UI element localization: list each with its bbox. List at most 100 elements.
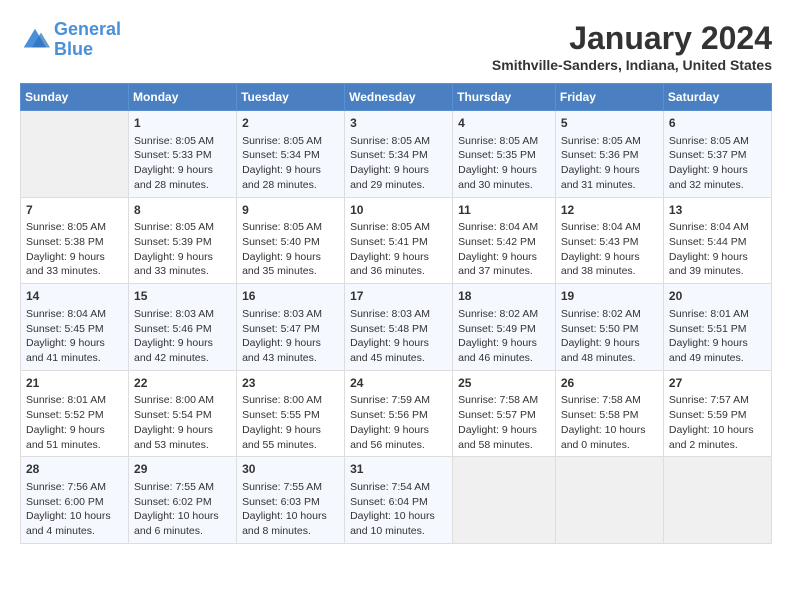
day-info-line: Sunset: 5:59 PM	[669, 408, 766, 423]
calendar-cell: 4Sunrise: 8:05 AMSunset: 5:35 PMDaylight…	[453, 111, 556, 198]
day-number: 17	[350, 288, 447, 305]
day-info-line: Sunset: 5:50 PM	[561, 322, 658, 337]
day-info-line: Sunset: 5:46 PM	[134, 322, 231, 337]
day-info-line: Daylight: 9 hours	[350, 163, 447, 178]
logo-text: General Blue	[54, 20, 121, 60]
calendar-cell: 6Sunrise: 8:05 AMSunset: 5:37 PMDaylight…	[663, 111, 771, 198]
calendar-cell: 1Sunrise: 8:05 AMSunset: 5:33 PMDaylight…	[129, 111, 237, 198]
calendar-cell: 20Sunrise: 8:01 AMSunset: 5:51 PMDayligh…	[663, 284, 771, 371]
day-number: 21	[26, 375, 123, 392]
day-number: 13	[669, 202, 766, 219]
day-info-line: Sunset: 5:34 PM	[350, 148, 447, 163]
calendar-cell: 3Sunrise: 8:05 AMSunset: 5:34 PMDaylight…	[345, 111, 453, 198]
day-info-line: Sunrise: 8:00 AM	[242, 393, 339, 408]
logo: General Blue	[20, 20, 121, 60]
day-number: 15	[134, 288, 231, 305]
day-number: 1	[134, 115, 231, 132]
day-info-line: Sunrise: 8:03 AM	[350, 307, 447, 322]
day-info-line: and 2 minutes.	[669, 438, 766, 453]
day-number: 22	[134, 375, 231, 392]
day-number: 28	[26, 461, 123, 478]
day-number: 25	[458, 375, 550, 392]
day-info-line: Sunset: 5:49 PM	[458, 322, 550, 337]
day-number: 26	[561, 375, 658, 392]
day-info-line: Sunset: 5:33 PM	[134, 148, 231, 163]
calendar-cell: 24Sunrise: 7:59 AMSunset: 5:56 PMDayligh…	[345, 370, 453, 457]
day-info-line: and 42 minutes.	[134, 351, 231, 366]
day-info-line: and 29 minutes.	[350, 178, 447, 193]
calendar-cell	[453, 457, 556, 544]
calendar-cell: 27Sunrise: 7:57 AMSunset: 5:59 PMDayligh…	[663, 370, 771, 457]
header-friday: Friday	[555, 84, 663, 111]
day-info-line: Sunset: 5:58 PM	[561, 408, 658, 423]
day-info-line: and 55 minutes.	[242, 438, 339, 453]
day-info-line: and 30 minutes.	[458, 178, 550, 193]
page-header: General Blue January 2024 Smithville-San…	[20, 20, 772, 73]
calendar-cell: 8Sunrise: 8:05 AMSunset: 5:39 PMDaylight…	[129, 197, 237, 284]
day-info-line: Daylight: 9 hours	[561, 163, 658, 178]
day-info-line: Sunrise: 7:57 AM	[669, 393, 766, 408]
page-title: January 2024	[492, 20, 772, 57]
calendar-week-row: 14Sunrise: 8:04 AMSunset: 5:45 PMDayligh…	[21, 284, 772, 371]
title-block: January 2024 Smithville-Sanders, Indiana…	[492, 20, 772, 73]
day-info-line: and 32 minutes.	[669, 178, 766, 193]
day-info-line: Daylight: 9 hours	[134, 336, 231, 351]
day-info-line: Sunrise: 8:05 AM	[458, 134, 550, 149]
day-number: 19	[561, 288, 658, 305]
calendar-week-row: 7Sunrise: 8:05 AMSunset: 5:38 PMDaylight…	[21, 197, 772, 284]
day-info-line: Daylight: 10 hours	[561, 423, 658, 438]
calendar-cell: 9Sunrise: 8:05 AMSunset: 5:40 PMDaylight…	[237, 197, 345, 284]
header-wednesday: Wednesday	[345, 84, 453, 111]
calendar-week-row: 28Sunrise: 7:56 AMSunset: 6:00 PMDayligh…	[21, 457, 772, 544]
day-info-line: and 56 minutes.	[350, 438, 447, 453]
header-sunday: Sunday	[21, 84, 129, 111]
day-info-line: and 51 minutes.	[26, 438, 123, 453]
day-info-line: Sunset: 6:03 PM	[242, 495, 339, 510]
day-info-line: Sunrise: 7:55 AM	[242, 480, 339, 495]
calendar-cell: 7Sunrise: 8:05 AMSunset: 5:38 PMDaylight…	[21, 197, 129, 284]
calendar-cell: 18Sunrise: 8:02 AMSunset: 5:49 PMDayligh…	[453, 284, 556, 371]
day-info-line: and 4 minutes.	[26, 524, 123, 539]
calendar-table: SundayMondayTuesdayWednesdayThursdayFrid…	[20, 83, 772, 544]
page-subtitle: Smithville-Sanders, Indiana, United Stat…	[492, 57, 772, 73]
day-info-line: and 53 minutes.	[134, 438, 231, 453]
day-info-line: Sunset: 5:38 PM	[26, 235, 123, 250]
logo-general: General	[54, 19, 121, 39]
day-number: 2	[242, 115, 339, 132]
day-info-line: Daylight: 9 hours	[26, 423, 123, 438]
day-info-line: and 36 minutes.	[350, 264, 447, 279]
day-info-line: and 31 minutes.	[561, 178, 658, 193]
day-info-line: Sunset: 5:36 PM	[561, 148, 658, 163]
day-info-line: Daylight: 10 hours	[26, 509, 123, 524]
logo-icon	[20, 25, 50, 55]
calendar-cell: 25Sunrise: 7:58 AMSunset: 5:57 PMDayligh…	[453, 370, 556, 457]
day-info-line: Sunrise: 7:54 AM	[350, 480, 447, 495]
day-info-line: and 33 minutes.	[26, 264, 123, 279]
day-info-line: Sunset: 5:52 PM	[26, 408, 123, 423]
day-info-line: Daylight: 9 hours	[26, 250, 123, 265]
day-number: 18	[458, 288, 550, 305]
day-info-line: Sunrise: 7:56 AM	[26, 480, 123, 495]
day-info-line: Daylight: 9 hours	[134, 250, 231, 265]
day-info-line: and 46 minutes.	[458, 351, 550, 366]
day-info-line: and 8 minutes.	[242, 524, 339, 539]
calendar-cell	[663, 457, 771, 544]
day-info-line: Sunrise: 7:55 AM	[134, 480, 231, 495]
calendar-cell	[555, 457, 663, 544]
calendar-cell: 16Sunrise: 8:03 AMSunset: 5:47 PMDayligh…	[237, 284, 345, 371]
day-info-line: Sunrise: 8:05 AM	[242, 220, 339, 235]
calendar-cell: 10Sunrise: 8:05 AMSunset: 5:41 PMDayligh…	[345, 197, 453, 284]
day-info-line: Daylight: 9 hours	[669, 336, 766, 351]
day-info-line: Sunrise: 7:58 AM	[458, 393, 550, 408]
day-info-line: Sunrise: 8:05 AM	[242, 134, 339, 149]
day-info-line: Daylight: 9 hours	[458, 423, 550, 438]
header-saturday: Saturday	[663, 84, 771, 111]
day-info-line: Sunset: 5:40 PM	[242, 235, 339, 250]
day-info-line: Daylight: 9 hours	[350, 336, 447, 351]
day-number: 29	[134, 461, 231, 478]
calendar-cell: 26Sunrise: 7:58 AMSunset: 5:58 PMDayligh…	[555, 370, 663, 457]
day-info-line: and 41 minutes.	[26, 351, 123, 366]
day-info-line: Sunset: 5:42 PM	[458, 235, 550, 250]
day-info-line: Sunrise: 8:05 AM	[350, 220, 447, 235]
day-info-line: Daylight: 9 hours	[669, 250, 766, 265]
